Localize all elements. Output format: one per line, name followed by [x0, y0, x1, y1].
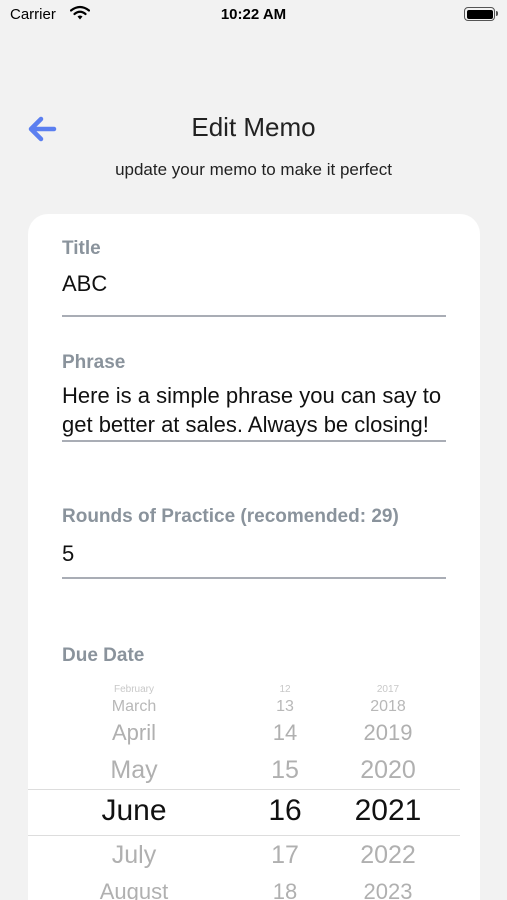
page-title: Edit Memo [191, 112, 316, 142]
year-option[interactable]: 2023 [338, 879, 438, 900]
status-bar: Carrier 10:22 AM [0, 0, 507, 30]
month-wheel[interactable]: February March April May June July Augus… [64, 682, 204, 900]
month-option[interactable]: February [64, 684, 204, 695]
due-date-field: Due Date [62, 643, 446, 669]
status-time: 10:22 AM [220, 6, 287, 23]
day-option[interactable]: 13 [250, 698, 320, 716]
rounds-label: Rounds of Practice (recomended: 29) [62, 506, 399, 527]
phrase-field: Phrase Here is a simple phrase you can s… [62, 350, 446, 442]
year-option[interactable]: 2019 [338, 720, 438, 746]
year-option[interactable]: 2017 [338, 684, 438, 695]
month-option[interactable]: May [64, 756, 204, 785]
rounds-underline [62, 577, 446, 579]
title-field: Title ABC [62, 236, 446, 317]
month-option[interactable]: July [64, 841, 204, 870]
year-wheel[interactable]: 2017 2018 2019 2020 2021 2022 2023 [338, 682, 438, 900]
month-option[interactable]: March [64, 698, 204, 716]
month-option[interactable]: April [64, 720, 204, 746]
day-option[interactable]: 12 [250, 684, 320, 695]
rounds-input[interactable]: 5 [62, 539, 446, 568]
day-option[interactable]: 18 [250, 879, 320, 900]
day-option[interactable]: 14 [250, 720, 320, 746]
day-selected[interactable]: 16 [250, 794, 320, 828]
phrase-underline [62, 440, 446, 442]
day-wheel[interactable]: 12 13 14 15 16 17 18 [250, 682, 320, 900]
due-date-label: Due Date [62, 645, 145, 666]
month-option[interactable]: August [64, 879, 204, 900]
page-subtitle: update your memo to make it perfect [115, 160, 392, 179]
rounds-field: Rounds of Practice (recomended: 29) 5 [62, 504, 446, 579]
year-option[interactable]: 2020 [338, 756, 438, 785]
battery-icon [464, 7, 498, 21]
memo-form-card: Title ABC Phrase Here is a simple phrase… [28, 214, 480, 900]
phrase-input[interactable]: Here is a simple phrase you can say to g… [62, 381, 446, 439]
phrase-label: Phrase [62, 352, 126, 373]
year-selected[interactable]: 2021 [338, 794, 438, 828]
day-option[interactable]: 15 [250, 756, 320, 785]
year-option[interactable]: 2018 [338, 698, 438, 716]
title-label: Title [62, 238, 101, 259]
year-option[interactable]: 2022 [338, 841, 438, 870]
day-option[interactable]: 17 [250, 841, 320, 870]
title-input[interactable]: ABC [62, 269, 446, 298]
month-selected[interactable]: June [64, 794, 204, 828]
due-date-picker[interactable]: February March April May June July Augus… [28, 682, 480, 900]
title-underline [62, 315, 446, 317]
